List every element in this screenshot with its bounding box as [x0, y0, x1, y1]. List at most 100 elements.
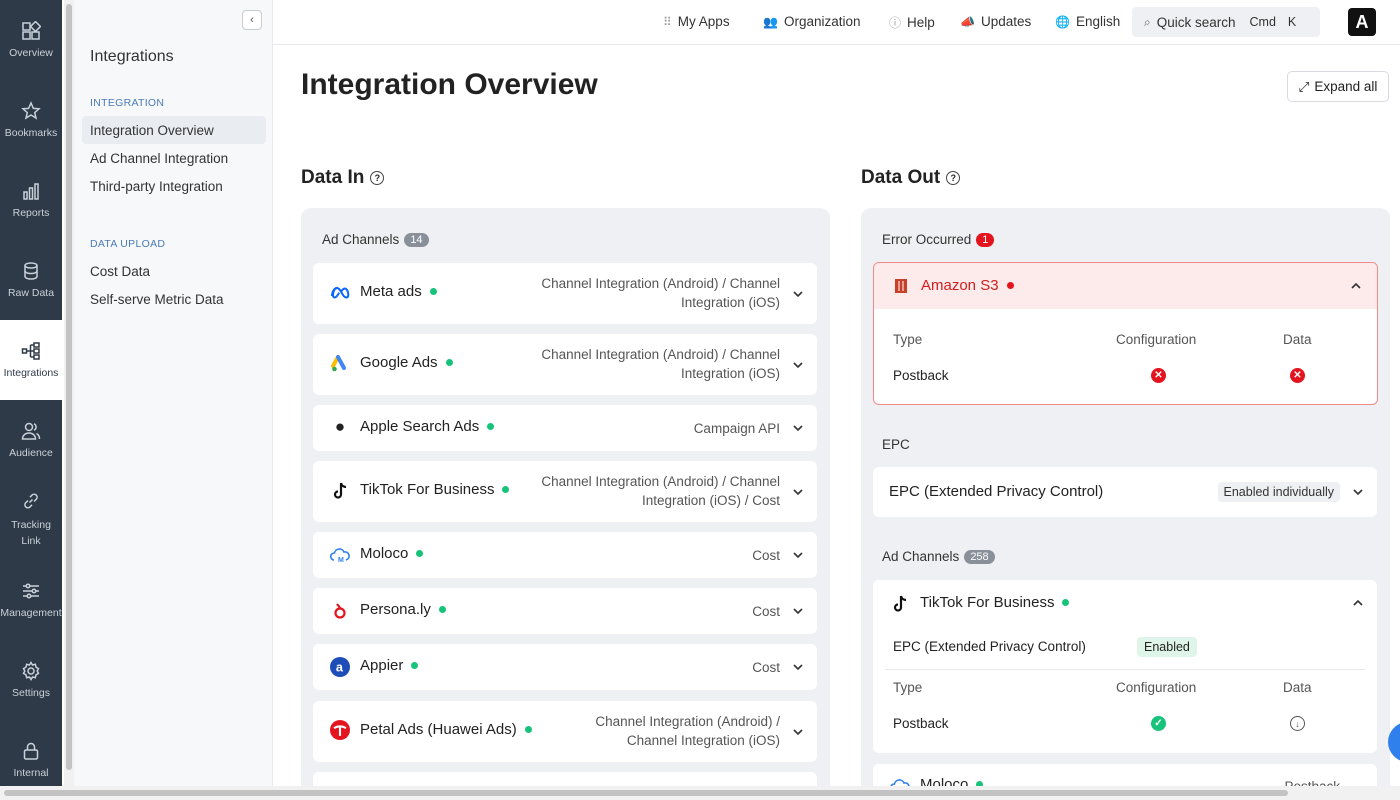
kbd-cmd: Cmd: [1249, 15, 1276, 29]
chevron-down-icon[interactable]: [793, 662, 803, 672]
rail-item-integrations[interactable]: Integrations: [0, 320, 62, 400]
channel-card-apple-search-ads[interactable]: ● Apple Search Ads Campaign API: [313, 405, 817, 451]
horizontal-scrollbar-thumb[interactable]: [4, 790, 1288, 796]
link-icon: [24, 493, 38, 509]
data-in-title: Data In?: [301, 167, 385, 189]
channel-name-text: TikTok For Business: [360, 481, 495, 498]
quick-search-button[interactable]: ⌕ Quick search Cmd K: [1132, 7, 1320, 37]
out-channel-card-tiktok[interactable]: TikTok For Business EPC (Extended Privac…: [873, 580, 1377, 753]
chevron-down-icon[interactable]: [793, 550, 803, 560]
grid-icon: ⠿: [663, 14, 672, 29]
top-bar: ⠿ My Apps 👥 Organization ⓘ Help 📣 Updates 🌐 E…: [273, 0, 1400, 45]
updates-button[interactable]: 📣 Updates: [960, 14, 1031, 29]
col-config-header: Configuration: [1116, 680, 1197, 695]
channel-name-text: Apple Search Ads: [360, 418, 480, 435]
epc-card-name: EPC (Extended Privacy Control): [889, 483, 1104, 500]
error-occurred-label: Error Occurred 1: [882, 232, 995, 247]
out-ad-channels-count: 258: [964, 549, 995, 564]
rail-item-reports[interactable]: Reports: [0, 160, 62, 240]
rail-item-overview[interactable]: Overview: [0, 0, 62, 80]
rail-item-tracking-link[interactable]: Tracking Link: [0, 480, 62, 560]
tiktok-logo-icon: [890, 594, 910, 614]
subnav-link-ad-channel-integration[interactable]: Ad Channel Integration: [82, 144, 266, 172]
search-icon: ⌕: [1144, 14, 1151, 29]
ad-channels-text: Ad Channels: [322, 232, 400, 247]
account-logo[interactable]: A: [1348, 8, 1376, 36]
data-in-panel: Ad Channels 14 Meta ads Channel Integrati…: [301, 208, 830, 786]
chevron-down-icon[interactable]: [1353, 487, 1363, 497]
help-icon[interactable]: ?: [946, 171, 961, 185]
subnav-link-self-serve-metric-data[interactable]: Self-serve Metric Data: [82, 285, 266, 313]
channel-types: Cost: [752, 602, 780, 621]
out-channel-card-moloco[interactable]: Moloco Postback: [873, 764, 1377, 786]
error-card-amazon-s3[interactable]: Amazon S3 Type Configuration Data Postba…: [873, 262, 1378, 405]
rail-scrollbar[interactable]: [64, 0, 74, 786]
channel-card-persona-ly[interactable]: Persona.ly Cost: [313, 588, 817, 634]
col-type-header: Type: [893, 680, 923, 695]
chevron-up-icon[interactable]: [1353, 598, 1363, 608]
rail-item-raw-data[interactable]: Raw Data: [0, 240, 62, 320]
channel-card-moloco[interactable]: M Moloco Cost: [313, 532, 817, 578]
channel-type-line: Campaign API: [693, 421, 780, 436]
meta-logo-icon: [330, 283, 350, 303]
subnav-link-third-party-integration[interactable]: Third-party Integration: [82, 172, 266, 200]
status-dot: [445, 359, 453, 366]
language-button[interactable]: 🌐 English: [1055, 14, 1120, 29]
channel-type-line: Channel Integration (Android) /: [595, 714, 780, 729]
error-card-header[interactable]: Amazon S3: [874, 263, 1377, 309]
chevron-left-icon: ‹: [250, 14, 254, 26]
error-count: 1: [976, 232, 995, 247]
channel-card-meta-ads[interactable]: Meta ads Channel Integration (Android) /…: [313, 263, 817, 324]
expand-all-button[interactable]: ⤢ Expand all: [1287, 71, 1389, 102]
rail-item-management[interactable]: Management: [0, 560, 62, 640]
chevron-down-icon[interactable]: [793, 360, 803, 370]
channel-types: Cost: [752, 658, 780, 677]
epc-card[interactable]: EPC (Extended Privacy Control) Enabled i…: [873, 467, 1377, 517]
status-dot: [411, 662, 419, 669]
channel-type-line: Channel Integration (Android) / Channel: [541, 276, 780, 291]
status-dot: [524, 726, 532, 733]
chevron-down-icon[interactable]: [793, 727, 803, 737]
col-config-header: Configuration: [1116, 332, 1197, 347]
help-icon[interactable]: ?: [370, 171, 385, 185]
status-dot: [416, 550, 424, 557]
rail-item-audience[interactable]: Audience: [0, 400, 62, 480]
horizontal-scrollbar[interactable]: [0, 786, 1400, 800]
channel-card-tiktok[interactable]: TikTok For Business Channel Integration …: [313, 461, 817, 522]
rail-item-settings[interactable]: Settings: [0, 640, 62, 720]
rail-scrollbar-thumb[interactable]: [66, 4, 72, 770]
channel-name-text: TikTok For Business: [920, 594, 1055, 611]
persona-ly-logo-icon: [330, 601, 350, 621]
data-out-title: Data Out?: [861, 167, 961, 189]
chevron-down-icon[interactable]: [793, 289, 803, 299]
status-dot: [1006, 282, 1014, 289]
subnav-link-cost-data[interactable]: Cost Data: [82, 257, 266, 285]
chevron-down-icon[interactable]: [793, 606, 803, 616]
channel-card-appier[interactable]: a Appier Cost: [313, 644, 817, 690]
channel-card-partial[interactable]: [313, 772, 817, 786]
epc-enabled-badge: Enabled: [1137, 637, 1197, 657]
rail-label: Settings: [12, 687, 50, 699]
chevron-down-icon[interactable]: [793, 487, 803, 497]
col-data-header: Data: [1283, 680, 1312, 695]
collapse-sidebar-button[interactable]: ‹: [242, 10, 262, 30]
subnav-link-integration-overview[interactable]: Integration Overview: [82, 116, 266, 144]
help-button[interactable]: ⓘ Help: [889, 14, 935, 31]
channel-card-petal-ads[interactable]: Petal Ads (Huawei Ads) Channel Integrati…: [313, 701, 817, 762]
rail-label: Bookmarks: [4, 127, 58, 139]
rail-item-bookmarks[interactable]: Bookmarks: [0, 80, 62, 160]
my-apps-button[interactable]: ⠿ My Apps: [663, 14, 730, 29]
moloco-logo-icon: [890, 776, 910, 786]
channel-name-text: Petal Ads (Huawei Ads): [360, 721, 517, 738]
epc-label: EPC: [882, 437, 910, 452]
status-dot: [1062, 599, 1070, 606]
rail-label: Reports: [12, 207, 50, 219]
chevron-up-icon[interactable]: [1351, 281, 1361, 291]
sliders-icon: [23, 583, 39, 599]
chevron-down-icon[interactable]: [793, 423, 803, 433]
channel-card-google-ads[interactable]: Google Ads Channel Integration (Android)…: [313, 334, 817, 395]
my-apps-label: My Apps: [677, 14, 730, 29]
organization-button[interactable]: 👥 Organization: [763, 14, 861, 29]
col-data-header: Data: [1283, 332, 1312, 347]
data-out-panel: Error Occurred 1 Amazon S3 Type Configura…: [861, 208, 1390, 786]
